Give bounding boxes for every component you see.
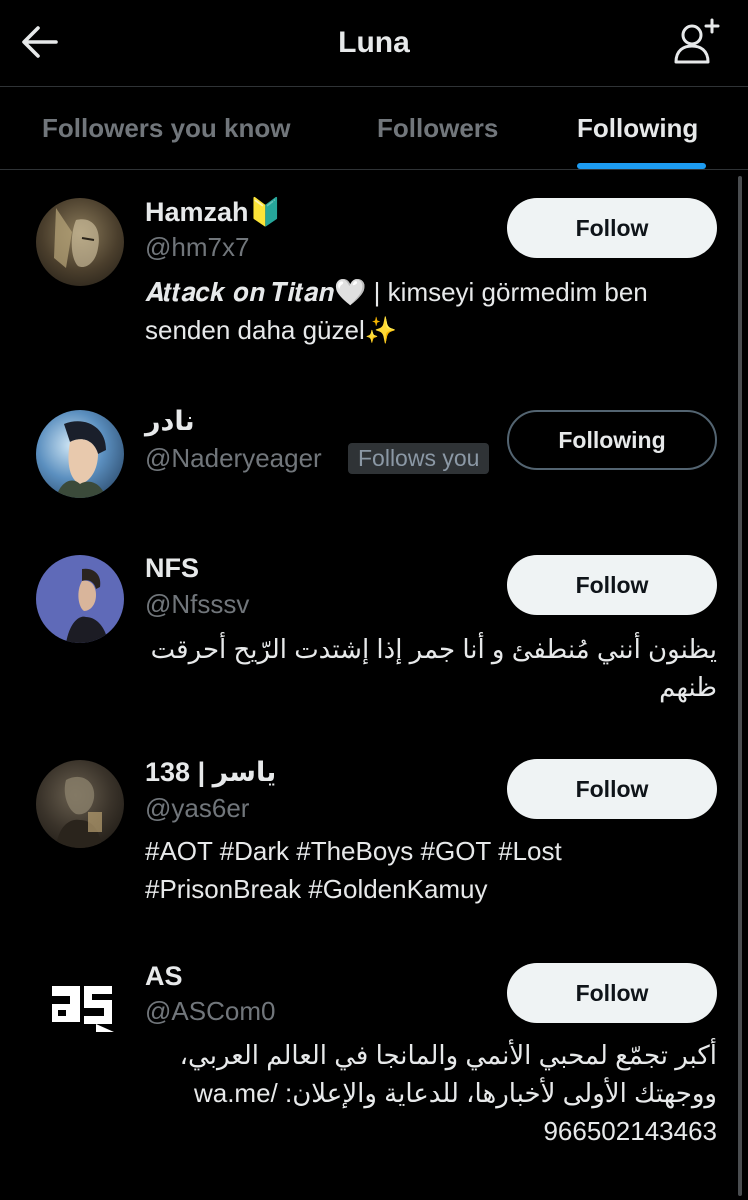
tab-followers-you-know[interactable]: Followers you know	[42, 113, 290, 144]
user-name[interactable]: ياسر | 138	[145, 757, 276, 788]
scrollbar[interactable]	[738, 176, 742, 1196]
follows-you-badge: Follows you	[348, 443, 490, 474]
add-user-icon[interactable]	[672, 16, 722, 66]
user-handle[interactable]: @ASCom0	[145, 996, 275, 1027]
user-name[interactable]: Hamzah🔰	[145, 196, 282, 228]
follow-button[interactable]: Follow	[507, 759, 717, 819]
user-bio: يظنون أنني مُنطفئ و أنا جمر إذا إشتدت ال…	[150, 634, 717, 702]
page-title: Luna	[338, 26, 410, 59]
follow-button[interactable]: Follow	[507, 963, 717, 1023]
user-bio: 𝑨𝒕𝒕𝒂𝒄𝒌 𝒐𝒏 𝑻𝒊𝒕𝒂𝒏🤍 | kimseyi görmedim ben …	[145, 277, 648, 345]
user-handle[interactable]: @hm7x7	[145, 232, 249, 263]
user-bio: #AOT #Dark #TheBoys #GOT #Lost #PrisonBr…	[145, 836, 562, 904]
user-handle[interactable]: @Naderyeager	[145, 443, 322, 474]
active-tab-indicator	[577, 163, 706, 169]
user-bio: أكبر تجمّع لمحبي الأنمي والمانجا في العا…	[179, 1040, 717, 1146]
top-bar: Luna	[0, 0, 748, 86]
tab-followers[interactable]: Followers	[377, 113, 498, 144]
user-name[interactable]: نادر	[145, 406, 195, 437]
follow-button[interactable]: Follow	[507, 198, 717, 258]
tab-bar: Followers you know Followers Following	[0, 86, 748, 170]
avatar[interactable]	[36, 410, 124, 498]
tab-following[interactable]: Following	[577, 113, 698, 144]
user-name[interactable]: AS	[145, 961, 183, 992]
user-handle[interactable]: @yas6er	[145, 793, 249, 824]
follow-button[interactable]: Follow	[507, 555, 717, 615]
avatar[interactable]	[36, 962, 124, 1050]
avatar[interactable]	[36, 555, 124, 643]
user-handle[interactable]: @Nfsssv	[145, 589, 249, 620]
following-button[interactable]: Following	[507, 410, 717, 470]
user-name[interactable]: NFS	[145, 553, 199, 584]
avatar[interactable]	[36, 198, 124, 286]
avatar[interactable]	[36, 760, 124, 848]
